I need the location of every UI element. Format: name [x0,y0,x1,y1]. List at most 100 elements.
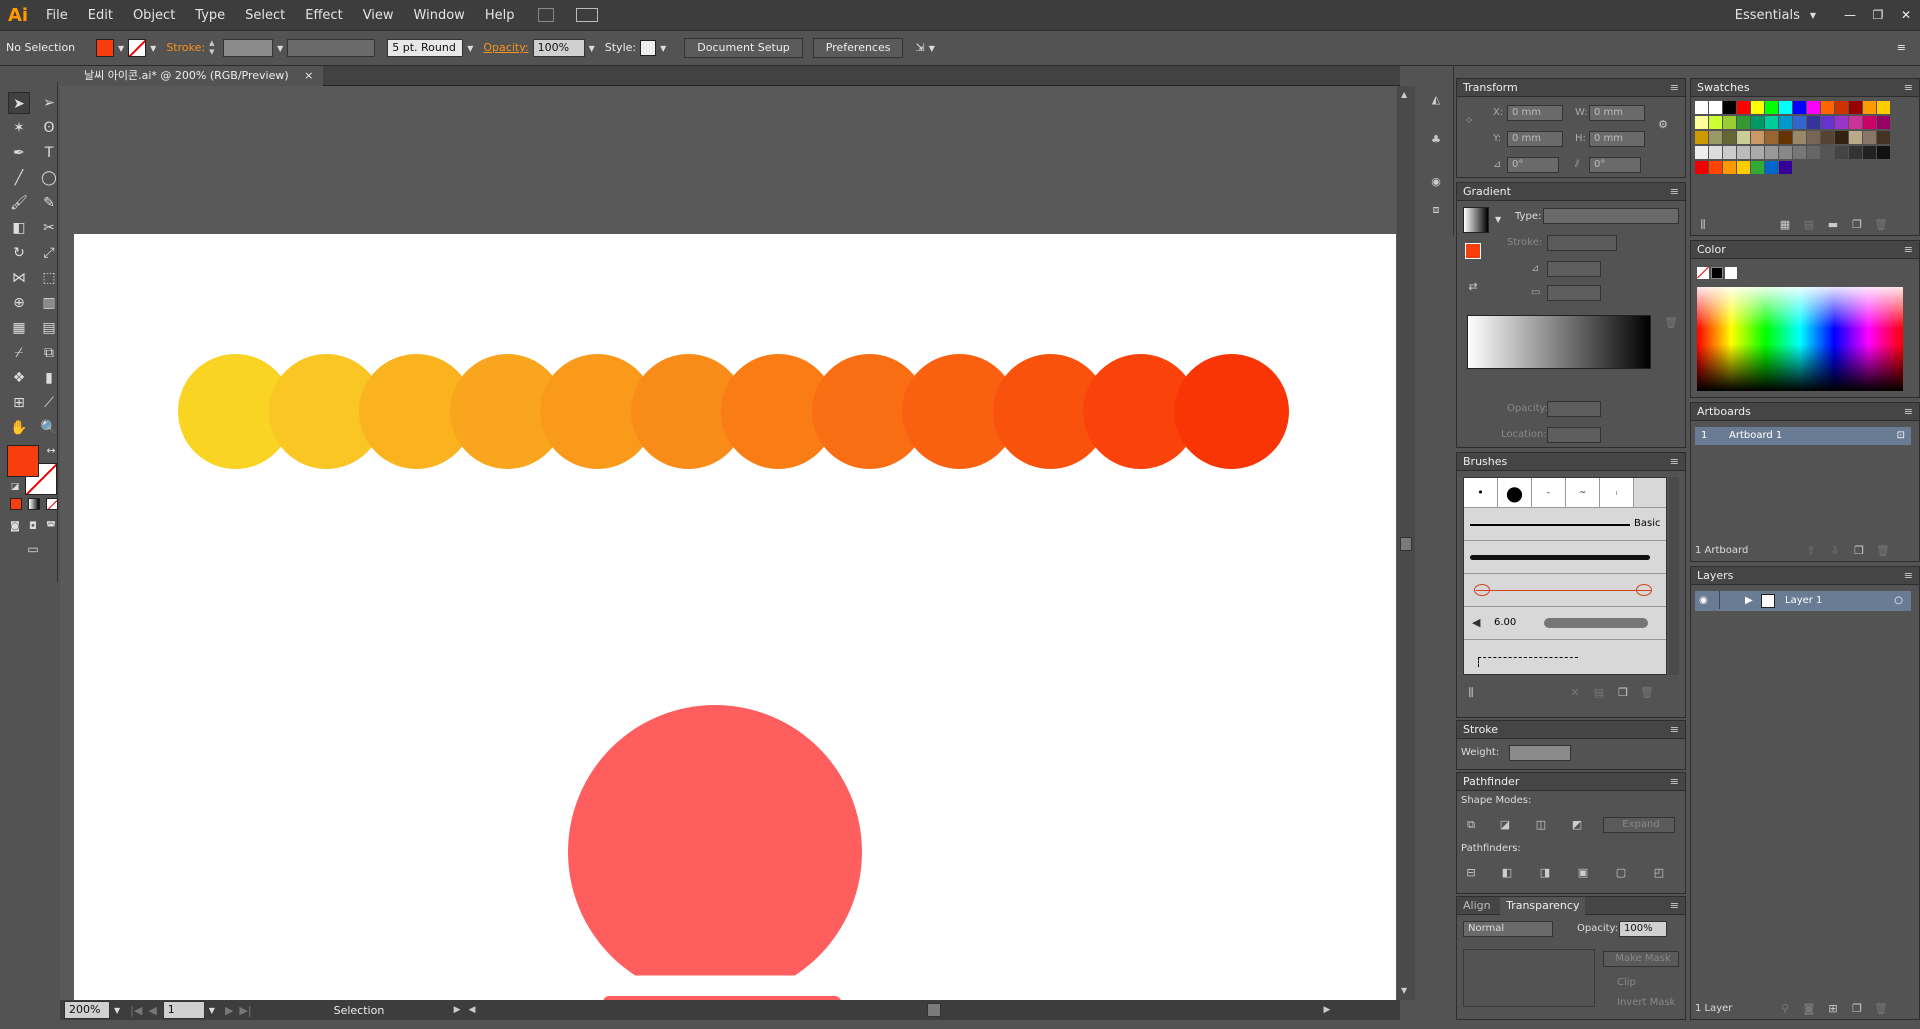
swatch[interactable] [1695,131,1708,144]
panel-menu-icon[interactable]: ≡ [1670,721,1679,739]
swatch[interactable] [1765,161,1778,174]
close-tab-icon[interactable]: × [304,69,313,82]
gradient-tool-icon[interactable]: ▤ [38,317,60,339]
expand-layer-icon[interactable]: ▶ [1745,591,1753,611]
gradient-location-field[interactable] [1547,427,1601,443]
swatch[interactable] [1877,131,1890,144]
swatch[interactable] [1821,116,1834,129]
draw-inside-icon[interactable]: ◚ [40,516,62,538]
swatch[interactable] [1695,161,1708,174]
layer-row[interactable]: ◉ ▶ Layer 1 ○ [1695,591,1911,611]
swatch[interactable] [1821,101,1834,114]
rotate-field[interactable]: 0° [1507,157,1559,173]
pathfinder-panel-header[interactable]: Pathfinder ≡ [1457,773,1685,791]
move-up-icon[interactable]: ⇧ [1803,543,1819,559]
swatch[interactable] [1821,131,1834,144]
scroll-right-icon[interactable]: ▶ [1323,1005,1330,1015]
brush-dropdown-icon[interactable]: ▼ [467,44,473,53]
stroke-dropdown-icon[interactable]: ▼ [150,44,156,53]
exclude-icon[interactable]: ◩ [1569,817,1585,833]
status-menu-icon[interactable]: ▶ [454,1005,461,1015]
swatch[interactable] [1695,101,1708,114]
control-panel-menu-icon[interactable]: ≡ [1897,38,1906,58]
invert-mask-checkbox[interactable]: Invert Mask [1617,997,1675,1008]
show-swatch-kinds-icon[interactable]: ▦ [1777,217,1793,233]
swatch[interactable] [1849,146,1862,159]
panel-menu-icon[interactable]: ≡ [1904,567,1913,585]
swatch[interactable] [1807,101,1820,114]
layer-name[interactable]: Layer 1 [1785,591,1822,611]
swatch[interactable] [1709,131,1722,144]
menu-help[interactable]: Help [475,8,525,23]
screen-mode-icon[interactable]: ▭ [22,538,44,560]
swatch[interactable] [1863,131,1876,144]
align-tab[interactable]: Align [1457,899,1497,912]
swatch[interactable] [1779,161,1792,174]
delete-artboard-icon[interactable]: 🗑 [1875,543,1891,559]
artboard-navigation-field[interactable]: 1 [162,1001,205,1019]
swatch[interactable] [1709,161,1722,174]
swatch[interactable] [1751,116,1764,129]
vertical-scrollbar[interactable]: ▲ ▼ [1397,86,1415,1000]
opacity-field[interactable]: 100% [532,39,585,57]
menu-effect[interactable]: Effect [295,8,352,23]
make-clipping-mask-icon[interactable]: ◙ [1801,1001,1817,1017]
width-tool-icon[interactable]: ⋈ [8,267,30,289]
swatch[interactable] [1779,146,1792,159]
color-panel-header[interactable]: Color ≡ [1691,241,1919,259]
fill-dropdown-icon[interactable]: ▼ [118,44,124,53]
swatch[interactable] [1793,146,1806,159]
h-field[interactable]: 0 mm [1589,131,1645,147]
direct-selection-tool-icon[interactable]: ➢ [38,92,60,114]
type-tool-icon[interactable]: T [38,142,60,164]
artboard-row[interactable]: 1 Artboard 1 ⊡ [1695,427,1911,445]
unite-icon[interactable]: ⧉ [1463,817,1479,833]
close-icon[interactable]: ✕ [1895,7,1917,23]
brush-definition[interactable]: 5 pt. Round [387,39,464,57]
swatch[interactable] [1779,101,1792,114]
hand-tool-icon[interactable]: ✋ [8,417,30,439]
scroll-left-icon[interactable]: ◀ [469,1005,476,1015]
status-text[interactable]: Selection [334,1004,454,1017]
divide-icon[interactable]: ⊟ [1463,865,1479,881]
image-trace-icon[interactable]: ⧈ [1428,202,1444,218]
menu-file[interactable]: File [36,8,78,23]
artboard-tool-icon[interactable]: ⊞ [8,392,30,414]
magic-wand-icon[interactable]: ✶ [8,117,30,139]
brushes-panel-header[interactable]: Brushes ≡ [1457,453,1685,471]
brush-scroll[interactable] [1669,477,1679,675]
artboard[interactable] [74,234,1396,1000]
trim-icon[interactable]: ◧ [1499,865,1515,881]
gradient-circle[interactable] [1173,354,1289,469]
swatch-options-icon[interactable]: ▤ [1801,217,1817,233]
lock-toggle[interactable] [1719,591,1735,609]
free-transform-icon[interactable]: ⬚ [38,267,60,289]
menu-edit[interactable]: Edit [78,8,123,23]
symbol-sprayer-icon[interactable]: ❖ [8,367,30,389]
swatch[interactable] [1695,116,1708,129]
scroll-down-icon[interactable]: ▼ [1401,986,1407,995]
shape-builder-icon[interactable]: ⊕ [8,292,30,314]
blend-mode-dropdown[interactable]: Normal [1463,921,1553,937]
mesh-tool-icon[interactable]: ▦ [8,317,30,339]
bridge-icon[interactable] [538,8,555,22]
vertical-scroll-thumb[interactable] [1400,537,1412,551]
panel-menu-icon[interactable]: ≡ [1904,79,1913,97]
shear-field[interactable]: 0° [1589,157,1641,173]
opacity-label[interactable]: Opacity: [483,38,528,58]
new-sublayer-icon[interactable]: ⊞ [1825,1001,1841,1017]
expand-button[interactable]: Expand [1603,817,1675,833]
swatch[interactable] [1835,116,1848,129]
delete-brush-icon[interactable]: 🗑 [1639,685,1655,701]
brush-calligraphic-icon[interactable]: ~ [1566,478,1600,507]
transparency-tab[interactable]: Transparency [1500,897,1586,915]
pencil-icon[interactable]: ✎ [38,192,60,214]
appearance-icon[interactable]: ◉ [1428,174,1444,190]
locate-object-icon[interactable]: ⚲ [1777,1001,1793,1017]
delete-swatch-icon[interactable]: 🗑 [1873,217,1889,233]
y-field[interactable]: 0 mm [1507,131,1563,147]
brush-libraries-icon[interactable]: ⫼ [1463,685,1479,701]
minus-back-icon[interactable]: ◰ [1651,865,1667,881]
swatches-panel-header[interactable]: Swatches ≡ [1691,79,1919,97]
new-swatch-icon[interactable]: ❐ [1849,217,1865,233]
